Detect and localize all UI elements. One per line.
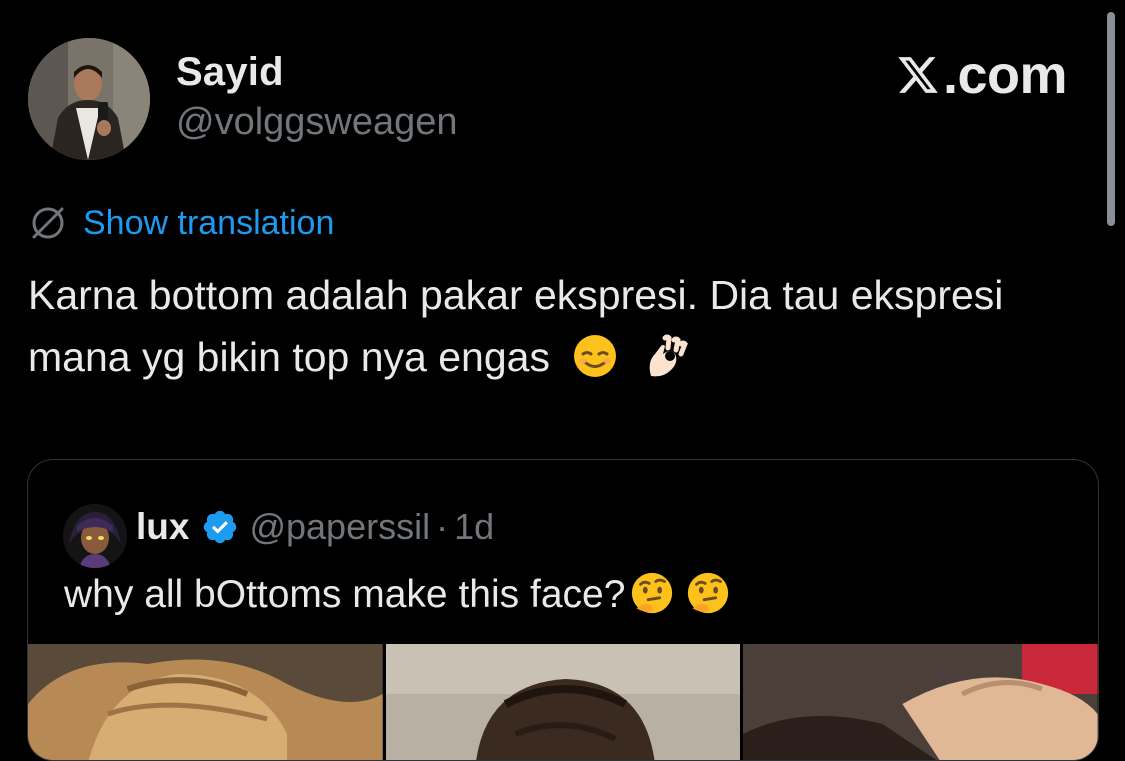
scrollbar[interactable] bbox=[1107, 12, 1115, 226]
x-logo-icon bbox=[898, 57, 938, 93]
show-translation-button[interactable]: Show translation bbox=[28, 203, 334, 243]
media-photo-2 bbox=[385, 644, 741, 760]
thinking-face-emoji bbox=[688, 572, 729, 614]
quoted-author-handle[interactable]: @paperssil bbox=[249, 506, 430, 548]
ok-hand-emoji bbox=[649, 334, 688, 377]
quoted-author-name[interactable]: lux bbox=[136, 506, 189, 548]
brand-domain: .com bbox=[942, 45, 1068, 105]
show-translation-label[interactable]: Show translation bbox=[83, 204, 334, 243]
quoted-media-grid[interactable] bbox=[28, 644, 1098, 760]
quoted-body: why all bOttoms make this face? bbox=[64, 573, 626, 616]
author-name[interactable]: Sayid bbox=[176, 50, 284, 95]
quoted-timestamp[interactable]: 1d bbox=[454, 506, 494, 548]
globe-slash-icon bbox=[32, 207, 64, 239]
relieved-face-emoji bbox=[574, 335, 617, 377]
verified-badge-icon bbox=[204, 510, 237, 544]
media-image-3[interactable] bbox=[743, 644, 1098, 760]
quoted-separator: · bbox=[436, 506, 449, 547]
author-avatar[interactable] bbox=[28, 38, 150, 160]
tweet-body: Karna bottom adalah pakar ekspresi. Dia … bbox=[28, 272, 1004, 380]
media-photo-1 bbox=[28, 644, 383, 760]
media-image-1[interactable] bbox=[28, 644, 383, 760]
quoted-author-avatar[interactable] bbox=[63, 504, 127, 568]
quoted-avatar-image bbox=[63, 504, 127, 568]
quoted-tweet-text: why all bOttoms make this face? bbox=[64, 570, 731, 617]
tweet-text: Karna bottom adalah pakar ekspresi. Dia … bbox=[28, 264, 1088, 388]
quoted-header: lux @paperssil · 1d bbox=[136, 505, 494, 549]
media-image-2[interactable] bbox=[385, 644, 741, 760]
quoted-tweet-card[interactable]: lux @paperssil · 1d why all bOttoms make… bbox=[27, 459, 1099, 761]
author-handle[interactable]: @volggsweagen bbox=[176, 101, 458, 144]
brand-logo: .com bbox=[895, 44, 1068, 106]
author-avatar-photo bbox=[28, 38, 150, 160]
thinking-face-emoji bbox=[632, 572, 673, 614]
media-photo-3 bbox=[743, 644, 1098, 760]
